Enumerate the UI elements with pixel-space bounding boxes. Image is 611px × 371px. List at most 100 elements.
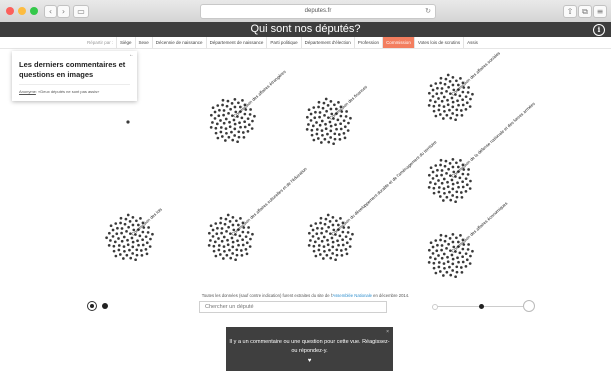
deputy-dot[interactable] xyxy=(440,181,444,185)
address-bar[interactable]: deputes.fr ↻ xyxy=(200,4,436,19)
deputy-dot[interactable] xyxy=(209,239,212,242)
deputy-dot[interactable] xyxy=(451,233,455,236)
reload-icon[interactable]: ↻ xyxy=(425,5,431,18)
deputy-dot[interactable] xyxy=(440,99,444,103)
deputy-dot[interactable] xyxy=(449,198,453,202)
deputy-dot[interactable] xyxy=(139,217,142,220)
deputy-dot[interactable] xyxy=(216,104,220,107)
deputy-dot[interactable] xyxy=(127,225,130,229)
deputy-dot[interactable] xyxy=(464,252,468,256)
close-window-button[interactable] xyxy=(6,7,14,15)
deputy-dot[interactable] xyxy=(105,236,108,240)
tab-votes-lois-de-scrutins[interactable]: Votes lois de scrutins xyxy=(413,37,463,48)
deputy-dot[interactable] xyxy=(223,249,226,253)
deputy-dot[interactable] xyxy=(341,230,345,234)
deputy-dot[interactable] xyxy=(222,235,226,239)
deputy-dot[interactable] xyxy=(214,131,218,135)
deputy-dot[interactable] xyxy=(447,85,450,89)
deputy-dot[interactable] xyxy=(224,127,228,130)
deputy-dot[interactable] xyxy=(131,252,135,255)
deputy-dot[interactable] xyxy=(122,245,126,248)
deputy-dot[interactable] xyxy=(305,115,309,119)
collapse-arrow-icon[interactable]: ← xyxy=(129,52,134,58)
deputy-dot[interactable] xyxy=(107,231,111,235)
deputy-dot[interactable] xyxy=(439,238,442,242)
deputy-dot[interactable] xyxy=(345,110,348,113)
deputy-dot[interactable] xyxy=(219,130,223,134)
deputy-dot[interactable] xyxy=(326,132,329,136)
deputy-dot[interactable] xyxy=(235,248,239,252)
browser-menu-button[interactable]: ≡ xyxy=(593,5,607,18)
deputy-dot[interactable] xyxy=(335,253,339,257)
deputy-dot[interactable] xyxy=(248,245,252,248)
deputy-dot[interactable] xyxy=(442,95,446,99)
deputy-dot[interactable] xyxy=(245,252,249,256)
close-icon[interactable]: × xyxy=(386,328,389,336)
deputy-dot[interactable] xyxy=(439,233,443,237)
deputy-dot[interactable] xyxy=(348,245,352,248)
deputy-dot[interactable] xyxy=(442,199,445,202)
deputy-dot[interactable] xyxy=(440,244,444,247)
deputy-dot[interactable] xyxy=(312,249,316,253)
deputy-dot[interactable] xyxy=(440,91,443,95)
deputy-dot[interactable] xyxy=(467,168,470,171)
deputy-dot[interactable] xyxy=(442,187,446,190)
deputy-dot[interactable] xyxy=(429,84,433,88)
deputy-dot[interactable] xyxy=(219,119,222,122)
deputy-dot[interactable] xyxy=(134,258,137,262)
deputy-dot[interactable] xyxy=(442,252,446,256)
deputy-dot[interactable] xyxy=(459,191,463,194)
deputy-dot[interactable] xyxy=(123,222,127,226)
deputy-dot[interactable] xyxy=(435,249,439,253)
deputy-dot[interactable] xyxy=(448,190,451,194)
deputy-dot[interactable] xyxy=(326,243,330,247)
deputy-dot[interactable] xyxy=(125,229,128,233)
deputy-dot[interactable] xyxy=(339,127,343,131)
deputy-dot[interactable] xyxy=(221,98,225,102)
deputy-dot[interactable] xyxy=(144,235,148,239)
deputy-dot[interactable] xyxy=(319,221,322,225)
deputy-dot[interactable] xyxy=(461,98,464,102)
deputy-dot[interactable] xyxy=(464,177,468,181)
deputy-dot[interactable] xyxy=(222,121,226,125)
deputy-dot[interactable] xyxy=(318,123,322,127)
deputy-dot[interactable] xyxy=(251,232,254,236)
deputy-dot[interactable] xyxy=(337,243,340,247)
deputy-dot[interactable] xyxy=(116,226,119,230)
deputy-dot[interactable] xyxy=(224,117,228,121)
sidebar-toggle-button[interactable]: ▭ xyxy=(73,5,89,18)
deputy-dot[interactable] xyxy=(220,239,224,243)
deputy-dot[interactable] xyxy=(332,142,335,146)
deputy-dot[interactable] xyxy=(249,237,252,241)
deputy-dot[interactable] xyxy=(213,240,217,244)
deputy-dot[interactable] xyxy=(437,179,440,182)
deputy-dot[interactable] xyxy=(337,133,341,136)
deputy-dot[interactable] xyxy=(471,92,474,96)
deputy-dot[interactable] xyxy=(459,234,462,237)
deputy-dot[interactable] xyxy=(320,119,324,123)
minimize-window-button[interactable] xyxy=(18,7,26,15)
deputy-dot[interactable] xyxy=(343,125,347,129)
deputy-dot[interactable] xyxy=(207,244,211,247)
deputy-dot[interactable] xyxy=(427,173,431,177)
deputy-dot[interactable] xyxy=(229,256,233,260)
deputy-dot[interactable] xyxy=(464,95,468,99)
deputy-dot[interactable] xyxy=(451,158,455,161)
deputy-dot[interactable] xyxy=(239,125,242,129)
deputy-dot[interactable] xyxy=(443,109,446,113)
deputy-dot[interactable] xyxy=(313,240,317,244)
deputy-dot[interactable] xyxy=(345,241,349,245)
deputy-dot[interactable] xyxy=(464,189,468,193)
deputy-dot[interactable] xyxy=(325,253,329,257)
deputy-dot[interactable] xyxy=(346,129,350,132)
deputy-dot[interactable] xyxy=(451,112,455,115)
deputy-dot[interactable] xyxy=(244,235,248,239)
deputy-dot[interactable] xyxy=(433,257,437,261)
deputy-dot[interactable] xyxy=(148,245,152,248)
deputy-dot[interactable] xyxy=(449,116,453,120)
deputy-dot[interactable] xyxy=(440,173,443,177)
deputy-dot[interactable] xyxy=(339,217,342,220)
deputy-dot[interactable] xyxy=(114,254,118,258)
deputy-dot[interactable] xyxy=(112,244,116,248)
deputy-dot[interactable] xyxy=(431,177,435,180)
